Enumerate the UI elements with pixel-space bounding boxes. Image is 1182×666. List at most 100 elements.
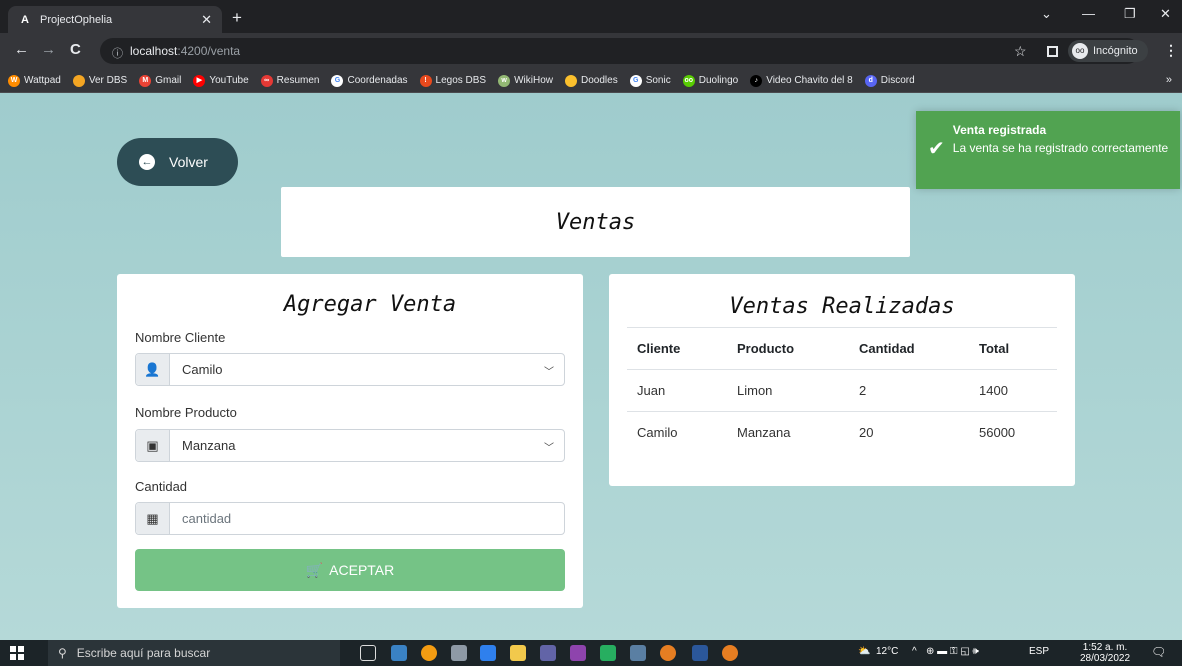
producto-label: Nombre Producto: [135, 405, 237, 420]
chrome-incognito-icon[interactable]: [660, 645, 676, 661]
bookmark-label: Duolingo: [698, 75, 739, 86]
ventas-realizadas-card: Ventas Realizadas Cliente Producto Canti…: [609, 274, 1075, 486]
browser-toolbar: ← → C ⓘ localhost:4200/venta ☆ oo Incógn…: [0, 33, 1182, 69]
bookmark-item[interactable]: Ver DBS: [72, 74, 127, 87]
bookmark-item[interactable]: w WikiHow: [498, 74, 553, 87]
chevron-down-icon: ﹀: [544, 443, 554, 454]
success-toast[interactable]: ✔ Venta registrada La venta se ha regist…: [916, 111, 1180, 189]
incognito-badge[interactable]: oo Incógnito: [1068, 40, 1148, 62]
bookmark-item[interactable]: G Sonic: [629, 74, 671, 87]
bookmark-item[interactable]: oo Duolingo: [682, 74, 739, 87]
bookmark-favicon-icon: oo: [682, 74, 695, 87]
tab-close-icon[interactable]: ✕: [201, 12, 212, 28]
aceptar-button[interactable]: 🛒 ACEPTAR: [135, 549, 565, 591]
cantidad-input[interactable]: ▦ cantidad: [135, 502, 565, 535]
bookmark-star-icon[interactable]: ☆: [1014, 43, 1027, 60]
bookmark-item[interactable]: G Coordenadas: [331, 74, 408, 87]
bookmark-label: Sonic: [645, 75, 671, 86]
bookmark-item[interactable]: ∞ Resumen: [260, 74, 320, 87]
clock[interactable]: 1:52 a. m. 28/03/2022: [1080, 642, 1130, 664]
address-bar[interactable]: [100, 38, 1140, 64]
weather-temp[interactable]: 12°C: [876, 646, 898, 657]
taskbar-search[interactable]: ⚲ Escribe aquí para buscar: [48, 640, 340, 666]
page-title: Ventas: [555, 209, 636, 235]
aceptar-label: ACEPTAR: [329, 562, 395, 578]
restore-icon[interactable]: ❐: [1124, 6, 1136, 22]
app-icon[interactable]: [451, 645, 467, 661]
volver-button[interactable]: ← Volver: [117, 138, 238, 186]
cliente-label: Nombre Cliente: [135, 330, 226, 345]
app-icon[interactable]: [510, 645, 526, 661]
tray-icons[interactable]: ⊕ ▬ ⚿ ◱ 🕪: [926, 646, 979, 657]
visual-studio-icon[interactable]: [570, 645, 586, 661]
bookmark-label: Resumen: [276, 75, 320, 86]
browser-tab[interactable]: A ProjectOphelia ✕: [8, 6, 222, 33]
site-info-icon[interactable]: ⓘ: [112, 45, 123, 61]
window-close-icon[interactable]: ✕: [1160, 6, 1171, 22]
bookmark-label: Wattpad: [24, 75, 61, 86]
cliente-select[interactable]: 👤 Camilo ﹀: [135, 353, 565, 386]
bookmark-item[interactable]: ! Legos DBS: [419, 74, 487, 87]
back-arrow-icon[interactable]: ←: [14, 41, 29, 58]
word-icon[interactable]: [692, 645, 708, 661]
forward-arrow-icon[interactable]: →: [41, 41, 56, 58]
form-title: Agregar Venta: [283, 292, 457, 317]
notification-icon[interactable]: 🗨: [1151, 645, 1166, 659]
bookmark-item[interactable]: Doodles: [565, 74, 618, 87]
teams-icon[interactable]: [540, 645, 556, 661]
minimize-icon[interactable]: —: [1082, 6, 1095, 21]
url-text[interactable]: localhost:4200/venta: [130, 44, 240, 58]
cell-total: 56000: [979, 425, 1016, 441]
language-indicator[interactable]: ESP: [1029, 646, 1049, 657]
clock-date: 28/03/2022: [1080, 653, 1131, 664]
volver-label: Volver: [169, 154, 208, 170]
bookmark-item[interactable]: ♪ Video Chavito del 8: [750, 74, 853, 87]
bookmarks-bar: W Wattpad Ver DBS M Gmail ▶ YouTube ∞ Resumen G Co…: [0, 69, 1182, 93]
incognito-label: Incógnito: [1093, 45, 1138, 57]
bookmark-favicon-icon: !: [419, 74, 432, 87]
cell-producto: Manzana: [737, 425, 791, 441]
table-row: Juan Limon 2 1400: [627, 369, 1057, 412]
header-cantidad: Cantidad: [849, 327, 969, 370]
cantidad-placeholder[interactable]: cantidad: [170, 503, 564, 534]
bookmark-favicon-icon: [565, 74, 577, 87]
windows-start-icon[interactable]: [10, 646, 24, 660]
bookmark-item[interactable]: M Gmail: [139, 74, 181, 87]
tab-favicon-icon: A: [21, 13, 29, 26]
bookmark-label: Legos DBS: [435, 75, 487, 86]
bookmark-item[interactable]: W Wattpad: [8, 74, 61, 87]
bookmark-favicon-icon: ♪: [750, 74, 763, 87]
side-panel-icon[interactable]: [1047, 46, 1058, 57]
header-producto: Producto: [727, 327, 849, 370]
chrome-icon[interactable]: [722, 645, 738, 661]
bookmark-item[interactable]: d Discord: [864, 74, 915, 87]
bookmark-favicon-icon: [72, 74, 85, 87]
app-icon[interactable]: [600, 645, 616, 661]
browser-tabbar: A ProjectOphelia ✕ + ⌄ — ❐ ✕: [0, 0, 1182, 33]
weather-icon[interactable]: ⛅: [858, 646, 870, 657]
app-icon[interactable]: [630, 645, 646, 661]
bookmark-favicon-icon: G: [629, 74, 642, 87]
vscode-icon[interactable]: [480, 645, 496, 661]
reload-icon[interactable]: C: [70, 41, 81, 58]
bookmark-label: YouTube: [209, 75, 249, 86]
task-view-icon[interactable]: [360, 645, 376, 661]
cell-cliente: Camilo: [637, 425, 678, 441]
cliente-select-value[interactable]: Camilo ﹀: [170, 354, 564, 385]
table-title: Ventas Realizadas: [729, 294, 955, 319]
more-bookmarks-icon[interactable]: »: [1166, 74, 1172, 86]
bookmark-favicon-icon: G: [331, 74, 344, 87]
file-explorer-icon[interactable]: [391, 645, 407, 661]
chrome-icon[interactable]: [421, 645, 437, 661]
bookmark-favicon-icon: w: [498, 74, 511, 87]
toast-message: La venta se ha registrado correctamente: [952, 141, 1169, 155]
menu-icon[interactable]: ⋮: [1164, 42, 1178, 59]
page-title-card: Ventas: [281, 187, 910, 257]
tray-expand-icon[interactable]: ^: [912, 646, 917, 657]
new-tab-icon[interactable]: +: [232, 8, 242, 28]
taskbar-search-placeholder: Escribe aquí para buscar: [76, 646, 211, 660]
tab-search-icon[interactable]: ⌄: [1041, 6, 1052, 22]
producto-select[interactable]: ▣ Manzana ﹀: [135, 429, 565, 462]
bookmark-item[interactable]: ▶ YouTube: [193, 74, 249, 87]
producto-select-value[interactable]: Manzana ﹀: [170, 430, 564, 461]
